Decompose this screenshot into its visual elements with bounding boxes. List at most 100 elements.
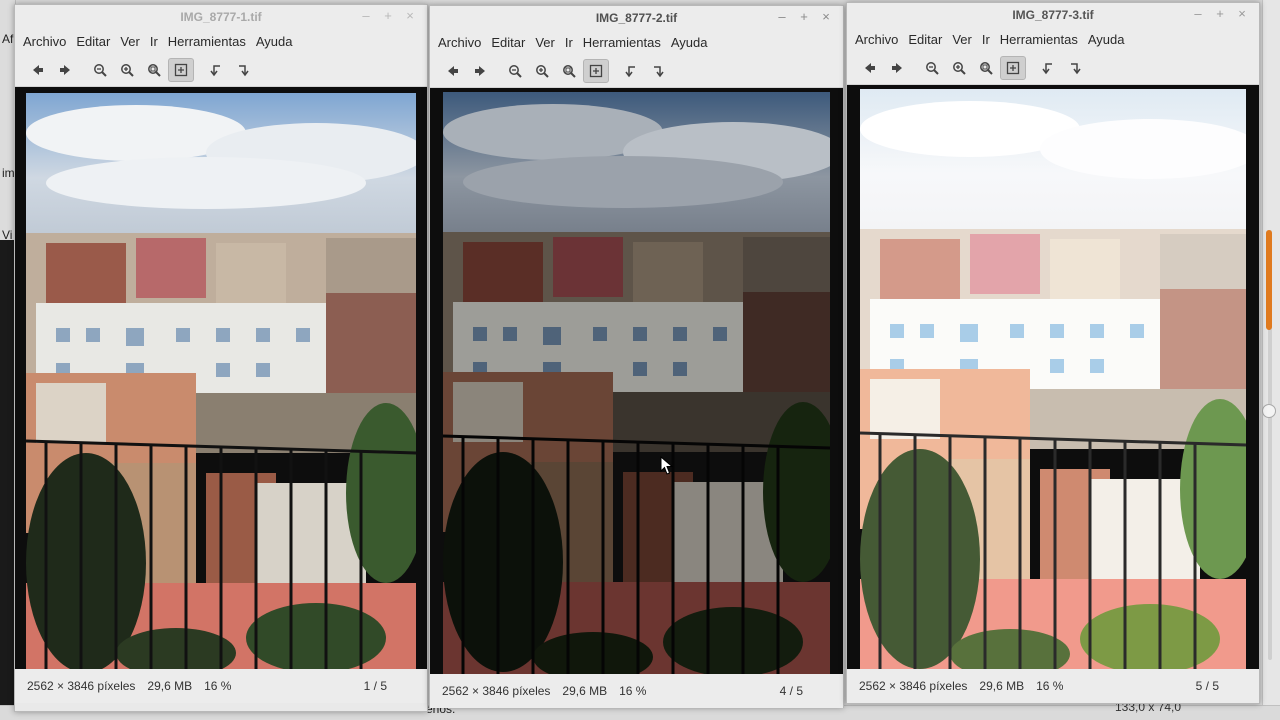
minimize-icon[interactable]: – [775, 10, 789, 24]
zoom-in-icon [536, 64, 549, 78]
image-viewer-window-3[interactable]: IMG_8777-3.tif – + × Archivo Editar Ver … [846, 2, 1260, 704]
menu-ir[interactable]: Ir [561, 35, 577, 50]
maximize-icon[interactable]: + [381, 9, 395, 23]
balcony-photo [860, 89, 1246, 669]
menu-ver[interactable]: Ver [948, 32, 976, 47]
zoom-in-button[interactable] [946, 56, 972, 80]
window-titlebar[interactable]: IMG_8777-3.tif – + × [847, 3, 1259, 27]
menu-ir[interactable]: Ir [978, 32, 994, 47]
menu-ayuda[interactable]: Ayuda [667, 35, 712, 50]
statusbar: 2562 × 3846 píxeles 29,6 MB 16 % 1 / 5 [15, 669, 427, 703]
zoom-out-icon [926, 61, 939, 75]
rotate-right-icon [1071, 62, 1081, 74]
maximize-icon[interactable]: + [797, 10, 811, 24]
arrow-left-icon [33, 64, 43, 75]
maximize-icon[interactable]: + [1213, 7, 1227, 21]
file-size: 29,6 MB [979, 679, 1025, 693]
arrow-right-icon [60, 64, 70, 75]
menu-editar[interactable]: Editar [72, 34, 114, 49]
rotate-left-button[interactable] [1035, 56, 1061, 80]
zoom-in-icon [953, 61, 966, 75]
photo-image [860, 89, 1246, 669]
menu-archivo[interactable]: Archivo [19, 34, 70, 49]
mouse-cursor-icon [660, 456, 674, 475]
image-dimensions: 2562 × 3846 píxeles [442, 684, 551, 698]
forward-button[interactable] [52, 58, 78, 82]
zoom-fit-icon [563, 64, 576, 78]
best-fit-button[interactable] [168, 57, 194, 82]
rotate-right-button[interactable] [230, 58, 256, 82]
rotate-left-icon [625, 65, 635, 77]
zoom-fit-button[interactable] [141, 58, 167, 82]
zoom-fit-button[interactable] [973, 56, 999, 80]
zoom-in-button[interactable] [114, 58, 140, 82]
menu-herramientas[interactable]: Herramientas [579, 35, 665, 50]
image-dimensions: 2562 × 3846 píxeles [27, 679, 136, 693]
zoom-level: 16 % [1036, 679, 1064, 693]
zoom-fit-icon [980, 61, 993, 75]
zoom-fit-button[interactable] [556, 59, 582, 83]
menu-ayuda[interactable]: Ayuda [1084, 32, 1129, 47]
rotate-right-button[interactable] [645, 59, 671, 83]
zoom-fit-icon [148, 63, 161, 77]
best-fit-button[interactable] [583, 58, 609, 83]
image-viewer-window-2[interactable]: IMG_8777-2.tif – + × Archivo Editar Ver … [429, 5, 844, 708]
menu-archivo[interactable]: Archivo [434, 35, 485, 50]
rotate-right-button[interactable] [1062, 56, 1088, 80]
zoom-level: 16 % [204, 679, 232, 693]
close-icon[interactable]: × [1235, 7, 1249, 21]
page-indicator: 4 / 5 [779, 684, 803, 698]
menubar: Archivo Editar Ver Ir Herramientas Ayuda [15, 29, 427, 53]
window-titlebar[interactable]: IMG_8777-1.tif – + × [15, 5, 427, 29]
menu-herramientas[interactable]: Herramientas [996, 32, 1082, 47]
image-canvas[interactable] [430, 88, 843, 674]
arrow-right-icon [892, 62, 902, 73]
close-icon[interactable]: × [403, 9, 417, 23]
toolbar [430, 54, 843, 88]
back-button[interactable] [440, 59, 466, 83]
zoom-in-button[interactable] [529, 59, 555, 83]
statusbar: 2562 × 3846 píxeles 29,6 MB 16 % 4 / 5 [430, 674, 843, 708]
background-slider-knob[interactable] [1262, 404, 1276, 418]
window-titlebar[interactable]: IMG_8777-2.tif – + × [430, 6, 843, 30]
balcony-photo [26, 93, 416, 669]
file-size: 29,6 MB [562, 684, 608, 698]
arrow-left-icon [448, 65, 458, 76]
menu-ayuda[interactable]: Ayuda [252, 34, 297, 49]
close-icon[interactable]: × [819, 10, 833, 24]
photo-image [443, 92, 830, 674]
statusbar: 2562 × 3846 píxeles 29,6 MB 16 % 5 / 5 [847, 669, 1259, 703]
image-viewer-window-1[interactable]: IMG_8777-1.tif – + × Archivo Editar Ver … [14, 4, 428, 712]
back-button[interactable] [857, 56, 883, 80]
forward-button[interactable] [884, 56, 910, 80]
best-fit-button[interactable] [1000, 55, 1026, 80]
menu-editar[interactable]: Editar [487, 35, 529, 50]
zoom-out-button[interactable] [919, 56, 945, 80]
image-canvas[interactable] [15, 87, 427, 669]
menu-ver[interactable]: Ver [531, 35, 559, 50]
rotate-left-icon [210, 64, 220, 76]
rotate-right-icon [239, 64, 249, 76]
background-text-fragment: Af [2, 32, 14, 46]
zoom-out-button[interactable] [502, 59, 528, 83]
balcony-photo [443, 92, 830, 674]
menu-ir[interactable]: Ir [146, 34, 162, 49]
menu-herramientas[interactable]: Herramientas [164, 34, 250, 49]
background-scrollbar-thumb[interactable] [1266, 230, 1272, 330]
menu-editar[interactable]: Editar [904, 32, 946, 47]
back-button[interactable] [25, 58, 51, 82]
minimize-icon[interactable]: – [359, 9, 373, 23]
minimize-icon[interactable]: – [1191, 7, 1205, 21]
file-size: 29,6 MB [147, 679, 193, 693]
rotate-left-button[interactable] [203, 58, 229, 82]
page-indicator: 1 / 5 [363, 679, 387, 693]
rotate-left-button[interactable] [618, 59, 644, 83]
rotate-left-icon [1042, 62, 1052, 74]
zoom-out-button[interactable] [87, 58, 113, 82]
best-fit-icon [174, 63, 188, 76]
zoom-in-icon [121, 63, 134, 77]
menu-archivo[interactable]: Archivo [851, 32, 902, 47]
forward-button[interactable] [467, 59, 493, 83]
image-canvas[interactable] [847, 85, 1259, 669]
menu-ver[interactable]: Ver [116, 34, 144, 49]
